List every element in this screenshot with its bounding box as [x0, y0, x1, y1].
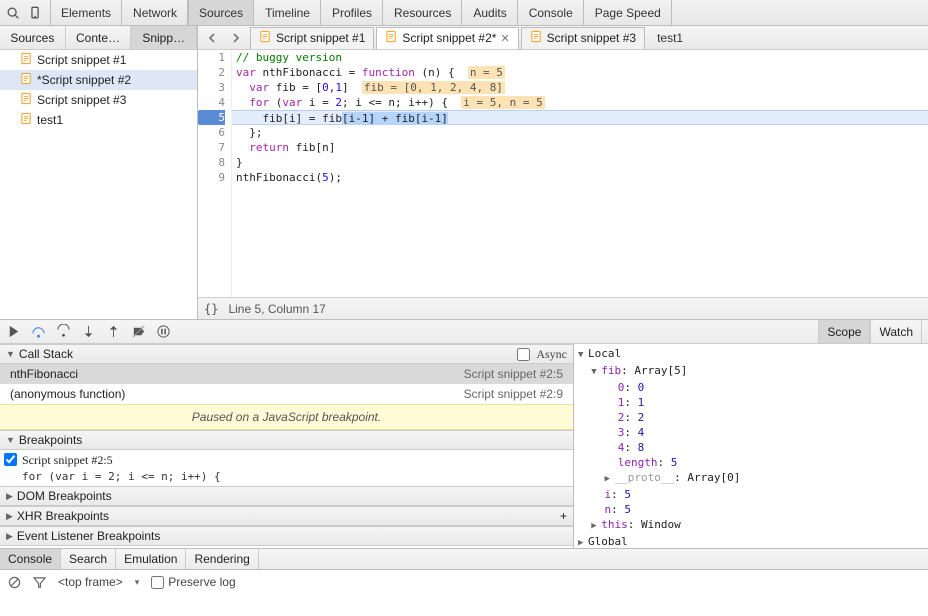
panel-tab-network[interactable]: Network: [122, 0, 188, 25]
sidebar-tab-watch[interactable]: Watch: [870, 320, 922, 343]
filter-icon[interactable]: [33, 576, 46, 589]
scope-property[interactable]: 2: 2: [578, 410, 924, 425]
drawer-tab-console[interactable]: Console: [0, 549, 61, 569]
add-xhr-icon[interactable]: +: [560, 509, 567, 523]
debug-toolbar: ScopeWatch: [0, 320, 928, 344]
callstack-frame[interactable]: (anonymous function)Script snippet #2:9: [0, 384, 573, 404]
section-title: Call Stack: [19, 347, 73, 361]
snippet-file-icon: [385, 30, 398, 46]
file-tabs: Script snippet #1Script snippet #2*✕Scri…: [198, 26, 928, 50]
breakpoint-code: for (var i = 2; i <= n; i++) {: [22, 468, 567, 483]
scope-property[interactable]: 3: 4: [578, 425, 924, 440]
gutter[interactable]: 123456789: [198, 50, 232, 297]
clear-console-icon[interactable]: [8, 576, 21, 589]
history-fwd-icon[interactable]: [226, 28, 246, 48]
panel-tab-elements[interactable]: Elements: [50, 0, 122, 25]
main-area: SourcesConte…Snipp… Script snippet #1*Sc…: [0, 26, 928, 320]
navigator-item[interactable]: Script snippet #1: [0, 50, 197, 70]
breakpoints-header[interactable]: ▼ Breakpoints: [0, 430, 573, 450]
snippet-file-icon: [20, 112, 33, 128]
overflow-tab[interactable]: test1: [657, 31, 683, 45]
breakpoint-checkbox[interactable]: [4, 453, 17, 466]
step-out-down-icon[interactable]: [81, 324, 96, 339]
scope-property[interactable]: 4: 8: [578, 440, 924, 455]
snippet-file-icon: [20, 72, 33, 88]
code-editor[interactable]: 123456789 // buggy version var nthFibona…: [198, 50, 928, 297]
deactivate-breakpoints-icon[interactable]: [131, 324, 146, 339]
disclosure-triangle-icon: ▼: [6, 435, 15, 445]
callstack-header[interactable]: ▼ Call Stack Async: [0, 344, 573, 364]
async-label: Async: [536, 347, 567, 362]
panel-tab-resources[interactable]: Resources: [383, 0, 462, 25]
file-tab[interactable]: Script snippet #1: [250, 27, 374, 49]
disclosure-triangle-icon: ▼: [6, 349, 15, 359]
cursor-position: Line 5, Column 17: [228, 302, 325, 316]
resume-icon[interactable]: [6, 324, 21, 339]
callstack-frame[interactable]: nthFibonacciScript snippet #2:5: [0, 364, 573, 384]
editor-status-bar: {} Line 5, Column 17: [198, 297, 928, 319]
drawer-tab-rendering[interactable]: Rendering: [186, 549, 258, 569]
navigator-tab[interactable]: Snipp…: [131, 26, 197, 49]
step-into-icon[interactable]: [56, 324, 71, 339]
history-back-icon[interactable]: [202, 28, 222, 48]
frame-arrow-icon[interactable]: ▾: [135, 577, 140, 588]
event-breakpoints-header[interactable]: ▶Event Listener Breakpoints: [0, 526, 573, 546]
search-icon[interactable]: [6, 6, 20, 20]
panel-tab-sources[interactable]: Sources: [188, 0, 254, 25]
pause-exceptions-icon[interactable]: [156, 324, 171, 339]
close-tab-icon[interactable]: ✕: [500, 32, 509, 45]
panel-tabs: ElementsNetworkSourcesTimelineProfilesRe…: [50, 0, 672, 25]
scope-property[interactable]: 0: 0: [578, 380, 924, 395]
navigator-tabs: SourcesConte…Snipp…: [0, 26, 197, 50]
step-out-up-icon[interactable]: [106, 324, 121, 339]
file-tab[interactable]: Script snippet #3: [521, 27, 645, 49]
panel-tab-timeline[interactable]: Timeline: [254, 0, 321, 25]
xhr-breakpoints-header[interactable]: ▶XHR Breakpoints+: [0, 506, 573, 526]
navigator-panel: SourcesConte…Snipp… Script snippet #1*Sc…: [0, 26, 198, 319]
async-checkbox[interactable]: [517, 348, 530, 361]
preserve-log-checkbox[interactable]: [151, 576, 164, 589]
panel-tab-console[interactable]: Console: [518, 0, 584, 25]
navigator-tab[interactable]: Conte…: [66, 26, 132, 49]
dom-breakpoints-header[interactable]: ▶DOM Breakpoints: [0, 486, 573, 506]
scope-panel: ▼Local ▼fib: Array[5] 0: 0 1: 1 2: 2 3: …: [574, 344, 928, 548]
device-mode-icon[interactable]: [28, 6, 42, 20]
panel-tab-page-speed[interactable]: Page Speed: [584, 0, 672, 25]
navigator-tab[interactable]: Sources: [0, 26, 66, 49]
section-title: Breakpoints: [19, 433, 82, 447]
lower-panels: ▼ Call Stack Async nthFibonacciScript sn…: [0, 344, 928, 548]
breakpoint-label: Script snippet #2:5: [22, 453, 567, 468]
navigator-list: Script snippet #1*Script snippet #2Scrip…: [0, 50, 197, 319]
snippet-file-icon: [20, 92, 33, 108]
preserve-log-label: Preserve log: [168, 575, 235, 589]
console-toolbar: <top frame> ▾ Preserve log: [0, 570, 928, 594]
file-tab[interactable]: Script snippet #2*✕: [376, 27, 518, 49]
devtools-toolbar: ElementsNetworkSourcesTimelineProfilesRe…: [0, 0, 928, 26]
snippet-file-icon: [259, 30, 272, 46]
pretty-print-icon[interactable]: {}: [204, 302, 218, 316]
navigator-item[interactable]: Script snippet #3: [0, 90, 197, 110]
panel-tab-profiles[interactable]: Profiles: [321, 0, 383, 25]
drawer-tab-search[interactable]: Search: [61, 549, 116, 569]
callstack-panel: ▼ Call Stack Async nthFibonacciScript sn…: [0, 344, 574, 548]
snippet-file-icon: [530, 30, 543, 46]
snippet-file-icon: [20, 52, 33, 68]
drawer-tab-emulation[interactable]: Emulation: [116, 549, 186, 569]
editor-panel: Script snippet #1Script snippet #2*✕Scri…: [198, 26, 928, 319]
breakpoint-item[interactable]: Script snippet #2:5 for (var i = 2; i <=…: [0, 450, 573, 486]
step-over-icon[interactable]: [31, 324, 46, 339]
navigator-item[interactable]: test1: [0, 110, 197, 130]
code-content[interactable]: // buggy version var nthFibonacci = func…: [232, 50, 928, 297]
drawer-tabs: ConsoleSearchEmulationRendering: [0, 548, 928, 570]
scope-watch-tabs: ScopeWatch: [818, 320, 922, 343]
paused-message: Paused on a JavaScript breakpoint.: [0, 404, 573, 430]
scope-property[interactable]: 1: 1: [578, 395, 924, 410]
panel-tab-audits[interactable]: Audits: [462, 0, 517, 25]
navigator-item[interactable]: *Script snippet #2: [0, 70, 197, 90]
sidebar-tab-scope[interactable]: Scope: [818, 320, 870, 343]
frame-selector[interactable]: <top frame>: [58, 575, 123, 589]
